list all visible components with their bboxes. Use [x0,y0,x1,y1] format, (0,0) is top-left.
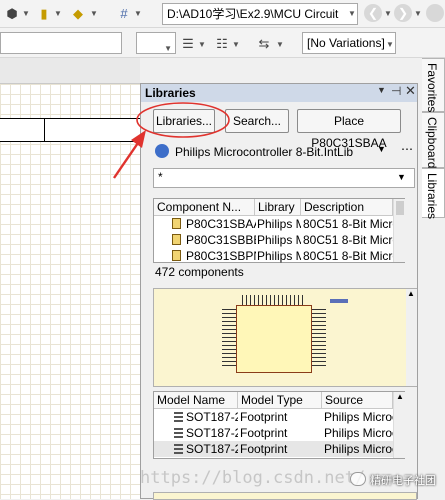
annotation-ellipse [136,102,230,138]
wechat-icon [350,472,366,486]
watermark-badge: 精研电子社团 [350,470,444,490]
annotation-arrow-line [113,139,141,179]
annotation-overlay [113,102,230,179]
watermark-text: https://blog.csdn.net/ [140,468,366,488]
watermark-badge-text: 精研电子社团 [370,475,436,487]
annotation-arrow-head [131,130,146,148]
